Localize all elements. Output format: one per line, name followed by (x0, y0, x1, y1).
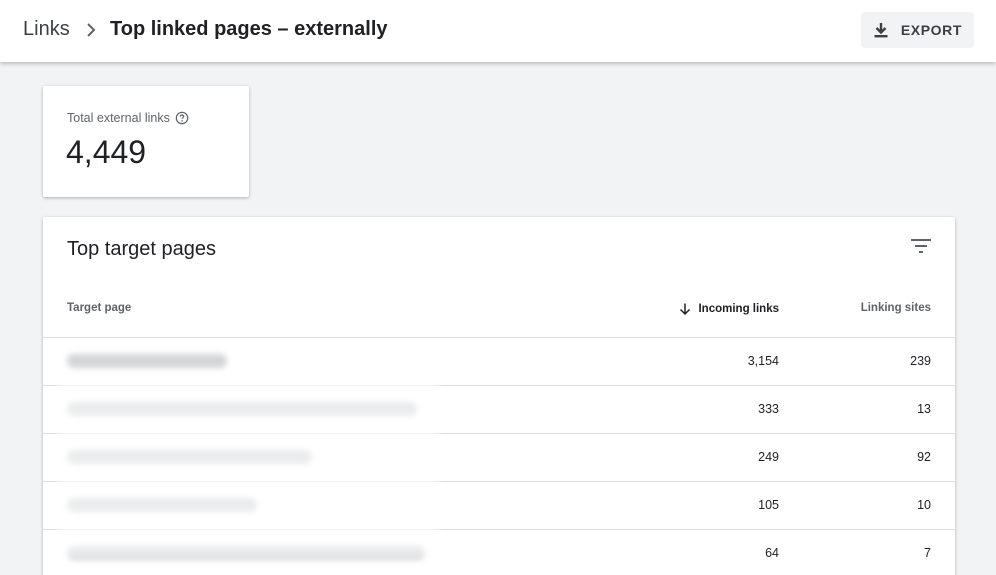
incoming-links-cell: 333 (758, 402, 779, 416)
incoming-links-cell: 64 (765, 546, 779, 560)
target-page-url-redacted[interactable] (67, 546, 425, 560)
breadcrumb-links[interactable]: Links (23, 18, 70, 41)
filter-list-icon[interactable] (909, 236, 933, 256)
arrow-down-icon (680, 303, 691, 316)
linking-sites-cell: 13 (917, 402, 931, 416)
help-circle-icon[interactable] (175, 111, 189, 125)
stat-value: 4,449 (66, 134, 147, 170)
target-page-url-redacted[interactable] (67, 498, 257, 512)
target-page-url-redacted[interactable] (67, 450, 312, 464)
linking-sites-cell: 239 (910, 354, 931, 368)
incoming-links-cell: 105 (758, 498, 779, 512)
chevron-right-icon (87, 23, 96, 37)
target-page-url-redacted[interactable] (67, 354, 227, 368)
table-row[interactable]: 249 92 (43, 433, 955, 481)
linking-sites-cell: 92 (917, 450, 931, 464)
table-body: 3,154 239 333 13 249 92 105 10 64 7 (43, 337, 955, 575)
export-button[interactable]: EXPORT (860, 12, 974, 48)
page-title: Top linked pages – externally (110, 18, 388, 40)
column-header-linking-sites[interactable]: Linking sites (861, 302, 931, 314)
column-header-incoming-links[interactable]: Incoming links (678, 302, 779, 316)
app-header: Links Top linked pages – externally EXPO… (0, 0, 996, 62)
table-row[interactable]: 64 7 (43, 529, 955, 575)
column-header-target-page[interactable]: Target page (67, 302, 131, 314)
stat-label: Total external links (67, 111, 170, 125)
incoming-links-label: Incoming links (698, 303, 779, 315)
table-row[interactable]: 3,154 239 (43, 337, 955, 385)
stat-label-row: Total external links (67, 111, 189, 125)
table-title: Top target pages (67, 238, 216, 260)
top-target-pages-card: Top target pages Target page Incoming li… (43, 217, 955, 575)
download-icon (874, 23, 888, 38)
incoming-links-cell: 249 (758, 450, 779, 464)
export-label: EXPORT (900, 22, 962, 38)
target-page-url-redacted[interactable] (67, 402, 417, 416)
linking-sites-cell: 7 (924, 546, 931, 560)
linking-sites-cell: 10 (917, 498, 931, 512)
incoming-links-cell: 3,154 (747, 354, 779, 368)
total-external-links-card: Total external links 4,449 (43, 86, 249, 197)
table-row[interactable]: 333 13 (43, 385, 955, 433)
table-row[interactable]: 105 10 (43, 481, 955, 529)
